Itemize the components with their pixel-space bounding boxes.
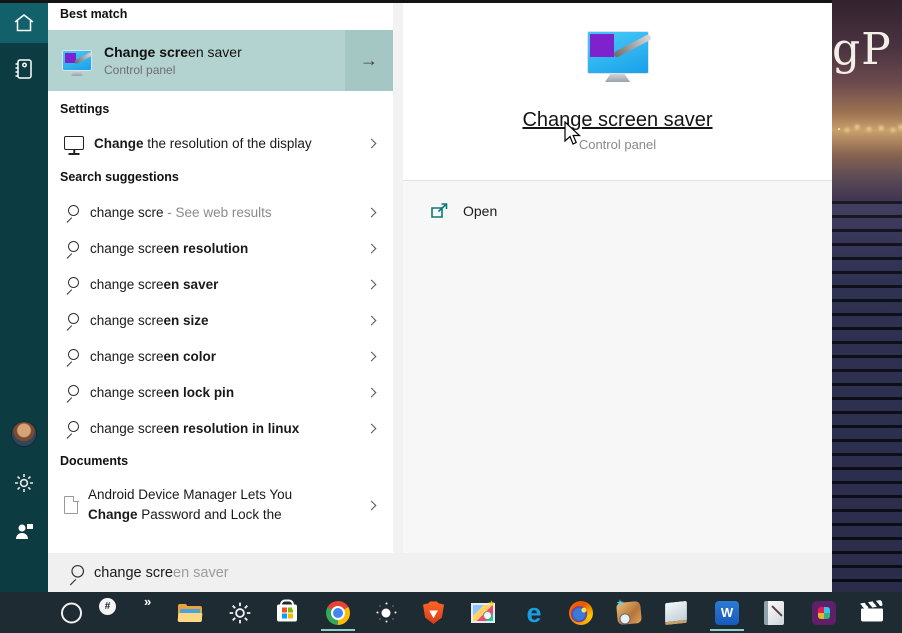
- best-match-subtitle: Control panel: [104, 63, 242, 77]
- chrome-icon[interactable]: [326, 601, 350, 625]
- open-external-icon: [431, 203, 449, 219]
- panel-divider: [393, 3, 403, 592]
- search-icon: [64, 348, 80, 364]
- search-icon: [67, 563, 85, 581]
- journal-icon: [13, 58, 35, 80]
- document-icon: [64, 496, 78, 514]
- preview-panel: Change screen saver Control panel Open: [403, 3, 832, 553]
- search-icon: [64, 312, 80, 328]
- best-match-title: Change screen saver: [104, 44, 242, 60]
- cortana-icon[interactable]: [61, 602, 82, 623]
- desktop-wallpaper: gP: [832, 0, 902, 592]
- snagit-icon[interactable]: [616, 600, 642, 624]
- sidebar-item-settings[interactable]: [0, 463, 48, 503]
- search-results-panel: Best match Change screen saver Control p…: [48, 3, 393, 553]
- sidebar-item-journal[interactable]: [0, 49, 48, 89]
- mouse-cursor: [563, 121, 581, 147]
- settings-header: Settings: [60, 102, 109, 116]
- chevron-right-icon[interactable]: [367, 351, 377, 361]
- chevron-right-icon[interactable]: [367, 423, 377, 433]
- best-match-result[interactable]: Change screen saver Control panel →: [48, 30, 393, 91]
- suggestion-item[interactable]: change screen color: [48, 338, 393, 374]
- search-icon: [64, 384, 80, 400]
- search-input-text[interactable]: change screen saver: [94, 565, 229, 581]
- right-arrow-icon: →: [360, 50, 378, 71]
- chevron-right-icon[interactable]: [367, 243, 377, 253]
- screensaver-icon: [62, 50, 92, 71]
- suggestion-label: change screen size: [90, 313, 209, 328]
- chevron-right-icon[interactable]: [367, 207, 377, 217]
- file-explorer-icon[interactable]: [178, 604, 202, 622]
- notepad-icon[interactable]: [665, 600, 687, 624]
- start-button[interactable]: [12, 602, 34, 624]
- preview-actions-area: [403, 181, 832, 553]
- chrome-active-indicator: [321, 629, 355, 631]
- settings-result-label: Change the resolution of the display: [94, 136, 312, 151]
- edge-icon[interactable]: e: [522, 600, 546, 626]
- slack-icon[interactable]: [812, 601, 836, 625]
- word-icon[interactable]: W: [715, 601, 739, 625]
- documents-header: Documents: [60, 454, 128, 468]
- firefox-icon[interactable]: [569, 601, 593, 625]
- document-result[interactable]: Android Device Manager Lets You Change P…: [48, 477, 393, 533]
- slack-tray-icon[interactable]: #: [99, 598, 116, 615]
- search-suggestions-header: Search suggestions: [60, 170, 179, 184]
- suggestion-label: change screen color: [90, 349, 216, 364]
- settings-result-display-resolution[interactable]: Change the resolution of the display: [48, 125, 393, 161]
- expand-arrow-button[interactable]: →: [345, 30, 393, 91]
- chevron-right-icon[interactable]: [367, 500, 377, 510]
- chevron-right-icon[interactable]: [367, 315, 377, 325]
- sidebar-item-account[interactable]: [0, 414, 48, 454]
- pier-planks: [832, 201, 902, 592]
- chevron-right-icon[interactable]: [367, 138, 377, 148]
- flux-sun-icon[interactable]: [375, 602, 397, 624]
- taskbar: # » e W: [0, 592, 902, 633]
- suggestion-item[interactable]: change screen size: [48, 302, 393, 338]
- windows-desktop: gP Best match: [0, 0, 902, 633]
- search-icon: [64, 240, 80, 256]
- brave-icon[interactable]: [423, 601, 444, 624]
- search-sidebar: [0, 3, 48, 592]
- sidebar-item-home[interactable]: [0, 3, 48, 43]
- journal-app-icon[interactable]: [764, 601, 784, 625]
- preview-subtitle: Control panel: [403, 137, 832, 152]
- wallpaper-watermark: gP: [832, 24, 892, 75]
- suggestion-label: change scre - See web results: [90, 205, 272, 220]
- suggestion-item[interactable]: change screen resolution in linux: [48, 410, 393, 446]
- start-search-flyout: Best match Change screen saver Control p…: [0, 0, 832, 592]
- search-icon: [64, 204, 80, 220]
- suggestion-label: change screen lock pin: [90, 385, 234, 400]
- preview-title-link[interactable]: Change screen saver: [403, 109, 832, 132]
- suggestion-label: change screen saver: [90, 277, 218, 292]
- suggestion-label: change screen resolution: [90, 241, 248, 256]
- settings-gear-icon[interactable]: [228, 601, 252, 625]
- search-box[interactable]: change screen saver: [48, 553, 832, 592]
- movies-clapper-icon[interactable]: [861, 603, 883, 622]
- search-icon: [64, 276, 80, 292]
- sidebar-item-feedback[interactable]: [0, 511, 48, 551]
- suggestion-item[interactable]: change screen resolution: [48, 230, 393, 266]
- suggestion-item[interactable]: change screen lock pin: [48, 374, 393, 410]
- suggestion-label: change screen resolution in linux: [90, 421, 299, 436]
- document-result-label: Android Device Manager Lets You Change P…: [88, 485, 292, 525]
- search-icon: [64, 420, 80, 436]
- word-active-indicator: [710, 629, 744, 631]
- open-action[interactable]: Open: [403, 195, 832, 227]
- screensaver-icon-large: [587, 31, 649, 74]
- best-match-header: Best match: [60, 7, 127, 21]
- overflow-chevron-icon[interactable]: »: [144, 594, 150, 609]
- suggestion-item[interactable]: change screen saver: [48, 266, 393, 302]
- open-label: Open: [463, 203, 497, 219]
- suggestion-web-results[interactable]: change scre - See web results: [48, 194, 393, 230]
- home-icon: [13, 13, 35, 33]
- avatar: [11, 421, 37, 447]
- gear-icon: [13, 472, 35, 494]
- chevron-right-icon[interactable]: [367, 387, 377, 397]
- display-icon: [64, 136, 84, 150]
- image-editor-icon[interactable]: [471, 603, 495, 623]
- chevron-right-icon[interactable]: [367, 279, 377, 289]
- city-lights: [838, 128, 840, 130]
- feedback-icon: [13, 521, 35, 541]
- microsoft-store-icon[interactable]: [277, 604, 297, 621]
